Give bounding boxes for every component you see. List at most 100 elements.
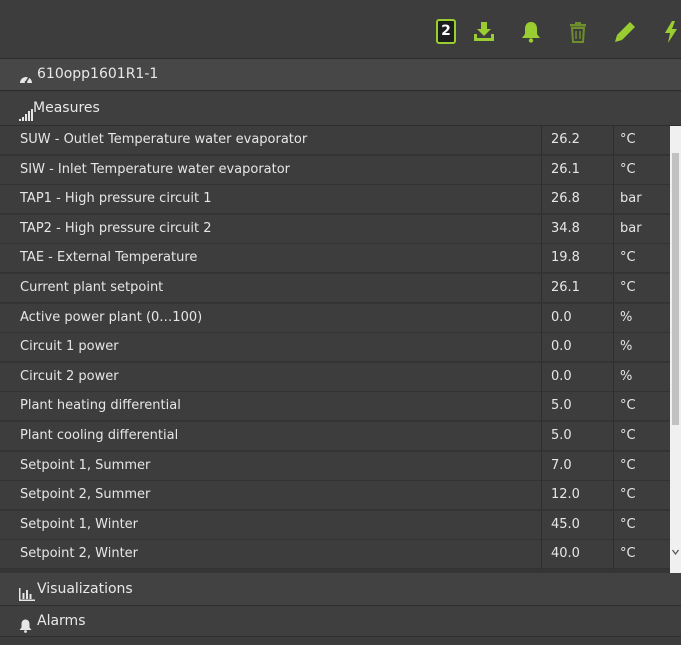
measure-unit: °C xyxy=(620,487,636,503)
table-row[interactable]: SIW - Inlet Temperature water evaporator… xyxy=(0,155,670,185)
toolbar: 2 xyxy=(0,0,681,59)
measure-unit: °C xyxy=(620,546,636,562)
notification-badge[interactable]: 2 xyxy=(436,19,456,44)
column-divider xyxy=(541,274,542,303)
measure-name: Setpoint 1, Summer xyxy=(20,457,151,473)
measure-value: 0.0 xyxy=(551,368,572,384)
table-row[interactable]: Plant cooling differential 5.0 °C xyxy=(0,422,670,451)
measure-name: Plant heating differential xyxy=(20,398,181,414)
measure-value: 45.0 xyxy=(551,516,580,532)
measure-value: 5.0 xyxy=(551,398,572,414)
table-row[interactable]: Circuit 1 power 0.0% xyxy=(0,333,670,363)
alarms-title: Alarms xyxy=(37,613,86,629)
measure-value: 5.0 xyxy=(551,428,572,443)
column-divider xyxy=(541,362,542,392)
table-row[interactable]: Circuit 2 power 0.0% xyxy=(0,362,670,392)
pencil-icon[interactable] xyxy=(614,21,636,43)
measure-name: Setpoint 1, Winter xyxy=(20,516,139,532)
table-row[interactable]: TAE - External Temperature 19.8 °C xyxy=(0,244,670,274)
column-divider xyxy=(613,214,614,244)
measure-name: TAE - External Temperature xyxy=(20,250,198,266)
measure-name: TAP1 - High pressure circuit 1 xyxy=(20,191,212,207)
measure-value: 26.2 xyxy=(551,132,580,147)
alarms-section-header[interactable]: Alarms xyxy=(0,606,681,637)
measure-value: 0.0 xyxy=(551,309,572,325)
column-divider xyxy=(613,540,614,570)
column-divider xyxy=(541,185,542,215)
table-row[interactable]: TAP1 - High pressure circuit 1 26.8 bar xyxy=(0,185,670,215)
column-divider xyxy=(613,155,614,185)
table-row[interactable]: Plant heating differential 5.0 °C xyxy=(0,392,670,422)
measure-value: 0.0 xyxy=(551,339,572,355)
measure-value: 12.0 xyxy=(551,487,580,503)
trash-icon[interactable] xyxy=(569,21,587,43)
measure-unit: °C xyxy=(620,250,636,266)
column-divider xyxy=(541,126,542,155)
measure-unit: °C xyxy=(620,516,636,532)
column-divider xyxy=(613,244,614,274)
measure-name: Circuit 2 power xyxy=(20,368,119,384)
column-divider xyxy=(613,185,614,215)
table-row[interactable]: Active power plant (0…100) 0.0% xyxy=(0,303,670,333)
table-row[interactable]: SUW - Outlet Temperature water evaporato… xyxy=(0,126,670,155)
measure-unit: bar xyxy=(620,191,642,207)
table-row[interactable]: Setpoint 2, Winter 40.0 °C xyxy=(0,540,670,570)
measures-title: Measures xyxy=(33,100,100,116)
measure-name: Current plant setpoint xyxy=(20,280,164,295)
measure-value: 34.8 xyxy=(551,220,580,236)
measure-name: Plant cooling differential xyxy=(20,428,179,443)
column-divider xyxy=(541,481,542,511)
measure-value: 19.8 xyxy=(551,250,580,266)
measure-unit: °C xyxy=(620,132,636,147)
measure-unit: °C xyxy=(620,457,636,473)
measure-unit: bar xyxy=(620,220,642,236)
measure-value: 40.0 xyxy=(551,546,580,562)
column-divider xyxy=(613,481,614,511)
column-divider xyxy=(613,126,614,155)
column-divider xyxy=(613,422,614,451)
visualizations-title: Visualizations xyxy=(37,581,133,597)
measure-name: Circuit 1 power xyxy=(20,339,119,355)
column-divider xyxy=(541,333,542,363)
column-divider xyxy=(541,155,542,185)
measures-table: SUW - Outlet Temperature water evaporato… xyxy=(0,126,681,573)
column-divider xyxy=(541,451,542,481)
table-row[interactable]: TAP2 - High pressure circuit 2 34.8 bar xyxy=(0,214,670,244)
table-row[interactable]: Setpoint 1, Summer 7.0 °C xyxy=(0,451,670,481)
measure-unit: °C xyxy=(620,280,636,295)
visualizations-section-header[interactable]: Visualizations xyxy=(0,573,681,606)
bell-icon xyxy=(19,614,32,645)
measure-name: TAP2 - High pressure circuit 2 xyxy=(20,220,212,236)
bell-icon[interactable] xyxy=(521,21,541,43)
scrollbar-thumb[interactable] xyxy=(672,153,679,425)
column-divider xyxy=(541,540,542,570)
column-divider xyxy=(541,510,542,540)
measure-value: 26.1 xyxy=(551,280,580,295)
column-divider xyxy=(613,362,614,392)
column-divider xyxy=(541,303,542,333)
download-icon[interactable] xyxy=(473,21,495,43)
device-name: 610opp1601R1-1 xyxy=(37,66,159,82)
table-row[interactable]: Current plant setpoint 26.1 °C xyxy=(0,274,670,303)
measure-name: Active power plant (0…100) xyxy=(20,309,203,325)
table-row[interactable]: Setpoint 1, Winter 45.0 °C xyxy=(0,510,670,540)
table-row[interactable]: Setpoint 2, Summer 12.0 °C xyxy=(0,481,670,511)
measure-value: 26.1 xyxy=(551,161,580,177)
measure-value: 7.0 xyxy=(551,457,572,473)
device-header[interactable]: 610opp1601R1-1 xyxy=(0,59,681,91)
column-divider xyxy=(613,303,614,333)
bolt-icon[interactable] xyxy=(664,21,678,43)
measure-unit: °C xyxy=(620,428,636,443)
scroll-down-arrow-icon[interactable] xyxy=(672,540,679,559)
column-divider xyxy=(613,274,614,303)
measure-name: SUW - Outlet Temperature water evaporato… xyxy=(20,132,308,147)
column-divider xyxy=(613,333,614,363)
measure-unit: % xyxy=(620,339,633,355)
measure-name: SIW - Inlet Temperature water evaporator xyxy=(20,161,291,177)
measure-unit: % xyxy=(620,309,633,325)
measure-unit: % xyxy=(620,368,633,384)
column-divider xyxy=(541,422,542,451)
column-divider xyxy=(541,244,542,274)
measures-section-header[interactable]: Measures xyxy=(0,92,681,126)
measure-value: 26.8 xyxy=(551,191,580,207)
